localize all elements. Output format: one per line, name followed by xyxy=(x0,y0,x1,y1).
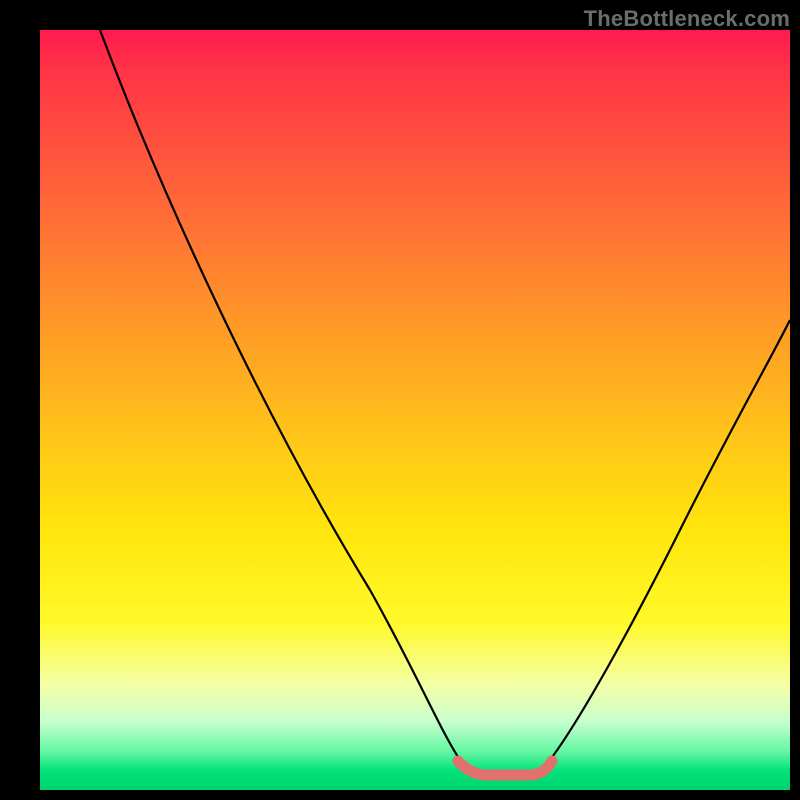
bottleneck-curve-right xyxy=(550,320,790,760)
bottleneck-curve-left xyxy=(100,30,460,760)
plot-area xyxy=(40,30,790,790)
chart-frame: TheBottleneck.com xyxy=(0,0,800,800)
watermark-text: TheBottleneck.com xyxy=(584,6,790,32)
marker-band xyxy=(458,761,552,775)
curve-svg xyxy=(40,30,790,790)
